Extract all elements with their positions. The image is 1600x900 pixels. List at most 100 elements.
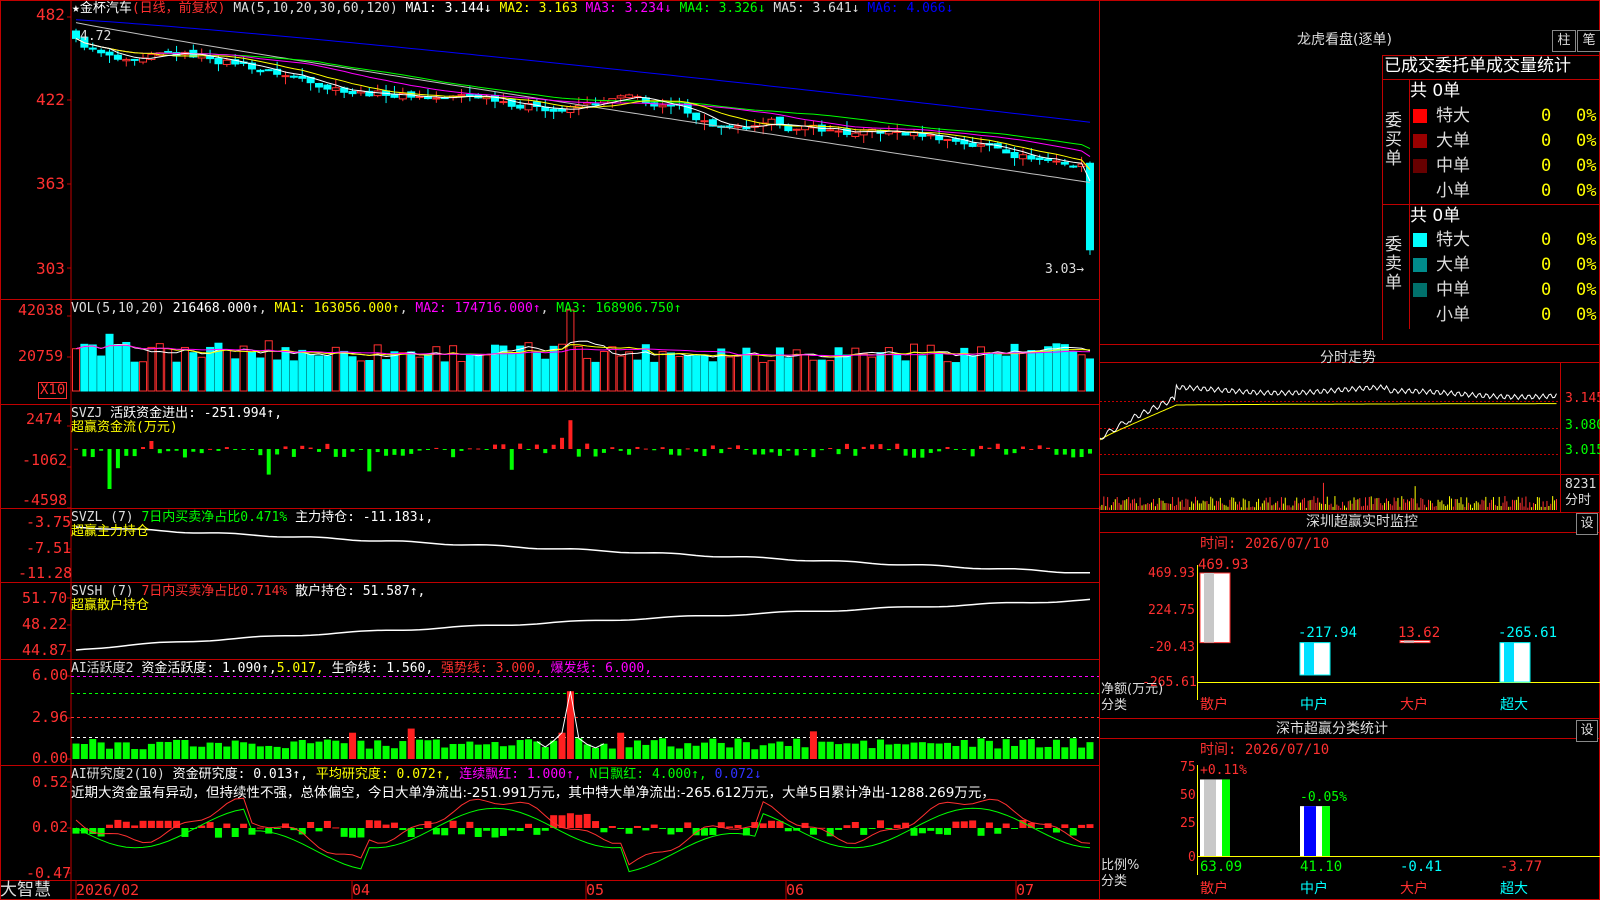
svzj-bar bbox=[384, 449, 389, 456]
outer-frame bbox=[0, 0, 1600, 900]
ai-active-bar bbox=[1069, 738, 1077, 759]
ai-active-bar bbox=[1002, 739, 1010, 759]
volume-bar bbox=[532, 352, 541, 392]
ai-active-bar bbox=[307, 743, 315, 759]
intraday-avg-line bbox=[1099, 403, 1557, 441]
svzj-bar bbox=[258, 449, 263, 456]
sz-monitor-settings-button[interactable]: 设 bbox=[1576, 513, 1598, 535]
volume-bar bbox=[474, 354, 483, 392]
svzj-bar bbox=[962, 449, 967, 450]
ai-active-bar bbox=[156, 741, 164, 759]
ma5-value: MA5: 3.641↓ bbox=[773, 1, 860, 16]
ai-active-bar bbox=[793, 738, 801, 759]
volume-bar bbox=[943, 361, 952, 392]
candle-body bbox=[742, 126, 751, 130]
ai-research-bar bbox=[851, 821, 859, 828]
ai-active-bar bbox=[449, 744, 457, 759]
vol-tick: 42038 bbox=[18, 301, 64, 319]
tab-tick-list[interactable]: 笔 bbox=[1577, 30, 1600, 52]
sz-class-bar-shade bbox=[1304, 806, 1316, 856]
candle-body bbox=[97, 49, 106, 54]
vol-title: VOL(5,10,20) bbox=[71, 301, 165, 316]
ai-active-bar bbox=[173, 739, 181, 759]
svzj-bar bbox=[1079, 449, 1084, 458]
ai-active-bar bbox=[675, 748, 683, 759]
volume-bar bbox=[356, 360, 365, 392]
ai-active-bar bbox=[717, 742, 725, 759]
ai-research-bar bbox=[843, 825, 851, 828]
sell-row-label: 中单 bbox=[1436, 280, 1470, 300]
ai-research-bar bbox=[927, 828, 935, 831]
volume-bar bbox=[122, 341, 131, 392]
sz-monitor-bar-label: 13.62 bbox=[1398, 624, 1441, 641]
svzj-bar bbox=[317, 449, 322, 452]
tab-bar-chart[interactable]: 柱 bbox=[1552, 30, 1576, 52]
buy-row-count: 0 bbox=[1541, 106, 1552, 126]
volume-bar bbox=[666, 352, 675, 392]
svzj-bar bbox=[652, 449, 657, 451]
ai-research-bar bbox=[525, 823, 533, 828]
sell-row-swatch bbox=[1413, 233, 1427, 247]
brand-label[interactable]: 大智慧 bbox=[0, 881, 51, 900]
volume-bar bbox=[423, 354, 432, 392]
ai-active-bar bbox=[1019, 739, 1027, 759]
candle-body bbox=[977, 144, 986, 147]
sz-class-tick: 50 bbox=[1180, 788, 1196, 803]
svsh-tick: 48.22 bbox=[22, 615, 68, 633]
sell-row-label: 大单 bbox=[1436, 255, 1470, 275]
volume-bar bbox=[935, 352, 944, 392]
ai-active-bar bbox=[206, 742, 214, 759]
candle-body bbox=[1052, 160, 1061, 163]
ai-active-bar bbox=[131, 748, 139, 759]
ai-active-bar bbox=[1061, 747, 1069, 759]
ai-active-bar bbox=[374, 740, 382, 759]
sz-class-value-label: -0.41 bbox=[1400, 859, 1443, 875]
ai-research-bar bbox=[374, 820, 382, 828]
low-label: 3.03→ bbox=[1045, 262, 1085, 277]
svsh-tick: 51.70 bbox=[22, 589, 68, 607]
buy-row-swatch bbox=[1413, 109, 1427, 123]
sell-row-count: 0 bbox=[1541, 305, 1552, 325]
candle-body bbox=[725, 125, 734, 128]
sz-monitor-category: 大户 bbox=[1400, 697, 1428, 713]
y-tick: 363 bbox=[36, 174, 65, 193]
chart-canvas[interactable] bbox=[0, 0, 1600, 900]
sz-monitor-bar-label: 469.93 bbox=[1198, 557, 1249, 573]
sz-monitor-title: 深圳超赢实时监控 bbox=[1306, 514, 1418, 530]
volume-bar bbox=[918, 355, 927, 392]
svzj-bar bbox=[568, 420, 573, 449]
stock-name[interactable]: ★金杯汽车 bbox=[72, 1, 132, 16]
candle-body bbox=[658, 104, 667, 108]
svzj-bar bbox=[953, 449, 958, 450]
ai-research-bar bbox=[918, 828, 926, 834]
svzj-bar bbox=[1062, 449, 1067, 455]
volume-bar bbox=[1085, 358, 1094, 392]
ai-active-bar bbox=[692, 745, 700, 759]
ai-active-bar bbox=[1078, 747, 1086, 759]
volume-bar bbox=[130, 361, 139, 392]
ai-research-bar bbox=[592, 821, 600, 828]
ai-active-bar bbox=[315, 741, 323, 759]
vol-unit-badge[interactable]: X10 bbox=[38, 382, 68, 399]
intraday-vol-tick: 8231 bbox=[1565, 477, 1597, 492]
svzj-bar bbox=[543, 449, 548, 454]
volume-bar bbox=[826, 360, 835, 392]
svzj-bar bbox=[870, 444, 875, 449]
candle-body bbox=[591, 103, 600, 106]
volume-bar bbox=[457, 360, 466, 392]
volume-bar bbox=[407, 351, 416, 392]
ai-research-bar bbox=[1061, 824, 1069, 828]
ai-active-bar bbox=[441, 747, 449, 759]
ai-active-bar bbox=[97, 742, 105, 759]
ai-research-bar bbox=[139, 820, 147, 828]
svzj-bar bbox=[99, 449, 104, 451]
sz-class-settings-button[interactable]: 设 bbox=[1576, 720, 1598, 742]
ai-active-bar bbox=[499, 746, 507, 759]
vol-ma2: MA2: 174716.000↑ bbox=[415, 301, 541, 316]
ai-research-bar bbox=[935, 828, 943, 835]
ai-active-bar bbox=[214, 742, 222, 759]
volume-bar bbox=[616, 355, 625, 392]
ai-research-header: AI研究度2(10) 资金研究度: 0.013↑, 平均研究度: 0.072↑,… bbox=[71, 767, 762, 782]
intraday-vol-label: 分时 bbox=[1565, 493, 1592, 508]
chart-mode[interactable]: (日线，前复权) bbox=[132, 1, 226, 16]
